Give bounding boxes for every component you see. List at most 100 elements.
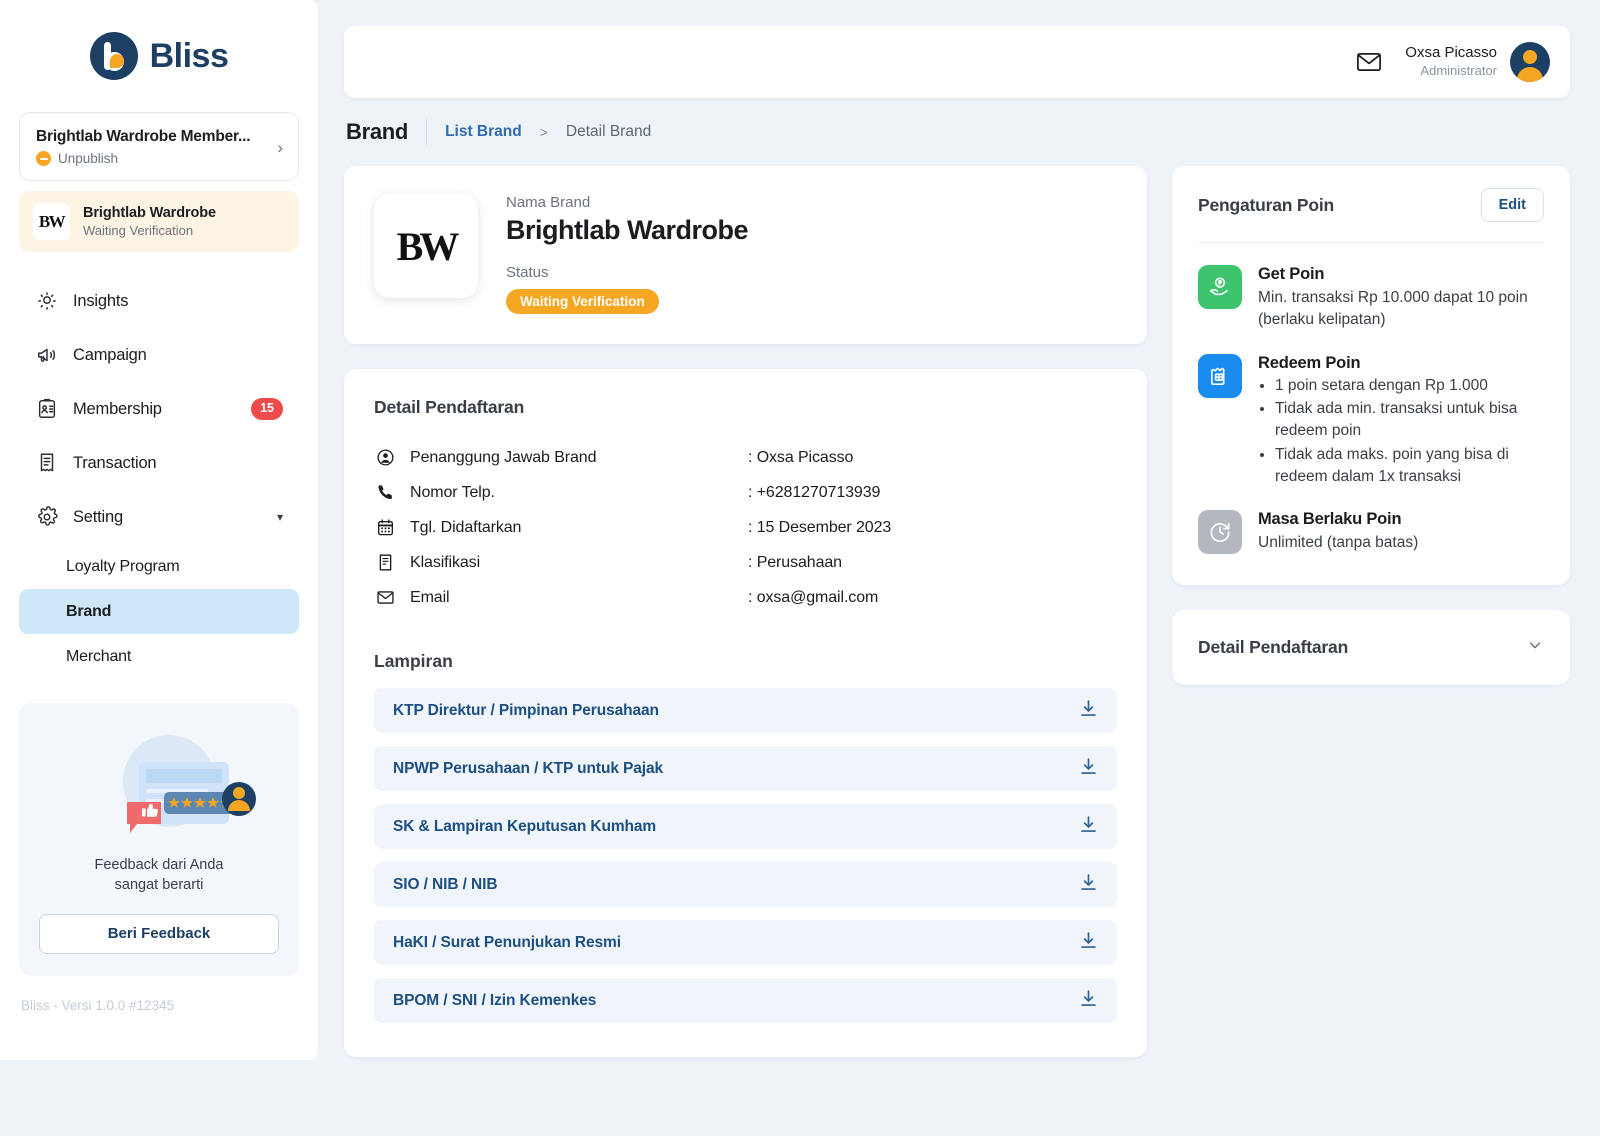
download-icon[interactable] [1078, 872, 1099, 898]
points-item-name: Masa Berlaku Poin [1258, 510, 1402, 529]
brand-status-label: Status [506, 264, 549, 281]
breadcrumb-separator: > [539, 124, 548, 140]
user-name: Oxsa Picasso [1405, 44, 1497, 62]
sidebar-item-campaign[interactable]: Campaign [19, 328, 299, 382]
give-feedback-button[interactable]: Beri Feedback [39, 913, 279, 954]
unpublish-status-icon [36, 151, 51, 166]
content-area: BW Nama Brand Brightlab Wardrobe Status … [344, 166, 1570, 1136]
sidebar: Bliss Brightlab Wardrobe Member... Unpub… [0, 0, 318, 1060]
brand-monogram: BW [33, 203, 70, 240]
insights-icon [35, 290, 58, 313]
breadcrumb: Brand List Brand > Detail Brand [344, 98, 1570, 166]
points-item-desc: Unlimited (tanpa batas) [1258, 534, 1419, 552]
feedback-illustration-icon [39, 729, 279, 849]
sidebar-item-brand[interactable]: Brand [19, 589, 299, 634]
detail-row-label: Klasifikasi [410, 553, 481, 571]
chevron-down-icon[interactable] [1526, 636, 1544, 659]
download-icon[interactable] [1078, 988, 1099, 1014]
megaphone-icon [35, 344, 58, 367]
brand-active-item[interactable]: BW Brightlab Wardrobe Waiting Verificati… [19, 191, 299, 252]
points-item-name: Get Poin [1258, 265, 1325, 283]
attachments-title: Lampiran [374, 651, 453, 671]
attachment-name: NPWP Perusahaan / KTP untuk Pajak [393, 759, 664, 777]
receipt-icon [35, 452, 58, 475]
detail-row-label: Penanggung Jawab Brand [410, 448, 597, 466]
sidebar-item-label: Membership [73, 399, 162, 418]
sidebar-item-merchant[interactable]: Merchant [19, 634, 299, 679]
attachment-row[interactable]: KTP Direktur / Pimpinan Perusahaan [374, 688, 1117, 733]
points-item-bullets: 1 poin setara dengan Rp 1.000 Tidak ada … [1275, 375, 1544, 489]
app-logo: Bliss [19, 0, 299, 112]
sidebar-item-transaction[interactable]: Transaction [19, 436, 299, 490]
download-icon[interactable] [1078, 930, 1099, 956]
download-icon[interactable] [1078, 814, 1099, 840]
sidebar-item-label: Insights [73, 291, 129, 310]
brand-name-value: Brightlab Wardrobe [506, 215, 749, 245]
status-badge: Waiting Verification [506, 289, 659, 314]
detail-row: Klasifikasi : Perusahaan [374, 545, 1117, 580]
sidebar-item-label: Transaction [73, 453, 157, 472]
brand-switcher-status: Unpublish [58, 151, 119, 166]
edit-button[interactable]: Edit [1480, 188, 1544, 222]
detail-row-value: : oxsa@gmail.com [748, 588, 879, 606]
phone-icon [374, 483, 396, 502]
detail-row-value: : Perusahaan [748, 553, 842, 571]
id-card-icon [35, 398, 58, 421]
clock-refresh-icon [1198, 510, 1242, 555]
feedback-caption-line1: Feedback dari Anda [94, 857, 224, 873]
chevron-down-icon[interactable]: ▾ [277, 510, 283, 524]
status-badge: 15 [251, 398, 283, 420]
points-item-masa-berlaku: Masa Berlaku Poin Unlimited (tanpa batas… [1198, 510, 1544, 555]
section-title: Detail Pendaftaran [374, 397, 525, 417]
detail-row: Penanggung Jawab Brand : Oxsa Picasso [374, 440, 1117, 475]
brand-active-title: Brightlab Wardrobe [83, 205, 216, 221]
right-column: Pengaturan Poin Edit Get Poin Min. trans… [1172, 166, 1570, 1136]
brand-summary-card: BW Nama Brand Brightlab Wardrobe Status … [344, 166, 1147, 344]
points-settings-card: Pengaturan Poin Edit Get Poin Min. trans… [1172, 166, 1570, 585]
detail-row-label: Tgl. Didaftarkan [410, 518, 522, 536]
detail-row-label: Nomor Telp. [410, 483, 495, 501]
points-item-name: Redeem Poin [1258, 353, 1361, 372]
download-icon[interactable] [1078, 698, 1099, 724]
chevron-right-icon[interactable]: › [277, 139, 283, 156]
avatar[interactable] [1510, 42, 1550, 82]
sidebar-item-membership[interactable]: Membership 15 [19, 382, 299, 436]
attachment-row[interactable]: SIO / NIB / NIB [374, 862, 1117, 907]
app-logo-text: Bliss [149, 37, 229, 75]
user-menu[interactable]: Oxsa Picasso Administrator [1405, 42, 1550, 82]
breadcrumb-link-list-brand[interactable]: List Brand [445, 123, 522, 141]
attachment-name: BPOM / SNI / Izin Kemenkes [393, 991, 597, 1009]
attachment-row[interactable]: BPOM / SNI / Izin Kemenkes [374, 978, 1117, 1023]
brand-switcher[interactable]: Brightlab Wardrobe Member... Unpublish › [19, 112, 299, 181]
sidebar-item-insights[interactable]: Insights [19, 274, 299, 328]
attachment-name: KTP Direktur / Pimpinan Perusahaan [393, 701, 659, 719]
registration-detail-accordion[interactable]: Detail Pendaftaran [1172, 609, 1570, 685]
attachment-row[interactable]: NPWP Perusahaan / KTP untuk Pajak [374, 746, 1117, 791]
hand-coin-icon [1198, 265, 1242, 309]
brand-logo: BW [374, 194, 478, 298]
detail-rows: Penanggung Jawab Brand : Oxsa Picasso No… [374, 440, 1117, 615]
feedback-caption: Feedback dari Anda sangat berarti [39, 855, 279, 896]
bullet: 1 poin setara dengan Rp 1.000 [1275, 375, 1544, 397]
attachment-name: SK & Lampiran Keputusan Kumham [393, 817, 657, 835]
feedback-card: Feedback dari Anda sangat berarti Beri F… [19, 703, 299, 976]
sidebar-item-loyalty-program[interactable]: Loyalty Program [19, 544, 299, 589]
accordion-title: Detail Pendaftaran [1198, 636, 1349, 657]
registration-detail-card: Detail Pendaftaran Penanggung Jawab Bran… [344, 369, 1147, 1057]
mail-icon[interactable] [1355, 48, 1383, 76]
brand-name-label: Nama Brand [506, 194, 591, 211]
detail-row-value: : 15 Desember 2023 [748, 518, 892, 536]
feedback-caption-line2: sangat berarti [114, 877, 204, 894]
calendar-icon [374, 518, 396, 537]
download-icon[interactable] [1078, 756, 1099, 782]
left-column: BW Nama Brand Brightlab Wardrobe Status … [344, 166, 1147, 1136]
attachment-name: SIO / NIB / NIB [393, 875, 498, 893]
detail-row-value: : Oxsa Picasso [748, 448, 854, 466]
page-title: Brand [346, 119, 409, 144]
attachment-row[interactable]: HaKI / Surat Penunjukan Resmi [374, 920, 1117, 965]
bliss-logo-icon [89, 32, 138, 80]
brand-switcher-title: Brightlab Wardrobe Member... [36, 128, 251, 145]
sidebar-item-setting[interactable]: Setting ▾ [19, 490, 299, 544]
attachment-row[interactable]: SK & Lampiran Keputusan Kumham [374, 804, 1117, 849]
bullet: Tidak ada maks. poin yang bisa di redeem… [1275, 444, 1544, 489]
